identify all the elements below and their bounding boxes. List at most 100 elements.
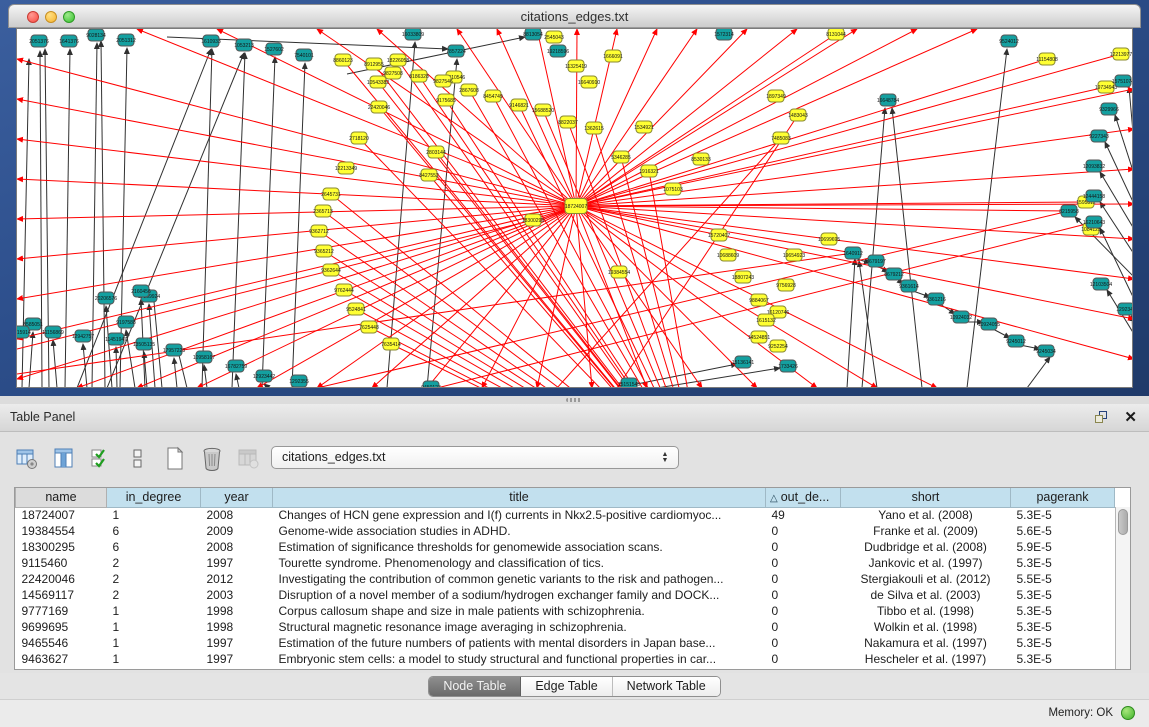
graph-node[interactable]: 2051312 (116, 34, 136, 46)
graph-node[interactable]: 18807243 (732, 271, 754, 283)
graph-node[interactable]: 9197588 (116, 316, 136, 328)
graph-node[interactable]: 1897349 (766, 90, 786, 102)
table-cell[interactable]: 1 (107, 619, 201, 635)
graph-node[interactable]: 15151545 (618, 378, 640, 388)
graph-node[interactable]: 9827546 (433, 75, 453, 87)
column-header-short[interactable]: short (841, 488, 1011, 507)
graph-node[interactable]: 7857224 (446, 45, 466, 57)
graph-node[interactable]: 15751074 (1112, 75, 1133, 87)
table-cell[interactable]: Stergiakouli et al. (2012) (841, 571, 1011, 587)
graph-node[interactable]: 2645731 (321, 188, 341, 200)
graph-node[interactable]: 1362615 (584, 122, 604, 134)
graph-node[interactable]: 9175685 (436, 94, 456, 106)
tab-edge-table[interactable]: Edge Table (521, 677, 612, 696)
graph-node[interactable]: 12093832 (1083, 160, 1105, 172)
graph-node[interactable]: 8912955 (364, 58, 384, 70)
graph-node[interactable]: 8186328 (409, 70, 429, 82)
graph-node[interactable]: 8822037 (558, 116, 578, 128)
graph-node[interactable]: 12103504 (1090, 278, 1112, 290)
graph-node[interactable]: 1666091 (603, 50, 623, 62)
graph-node[interactable]: 20206576 (95, 292, 117, 304)
graph-node[interactable]: 16782759 (225, 360, 247, 372)
graph-node[interactable]: 16648784 (877, 94, 899, 106)
table-cell[interactable]: 5.3E-5 (1011, 619, 1115, 635)
graph-node[interactable]: 1292355 (289, 375, 309, 387)
table-cell[interactable]: Franke et al. (2009) (841, 523, 1011, 539)
graph-node[interactable]: 8427552 (419, 169, 439, 181)
graph-node[interactable]: 16033809 (402, 29, 424, 40)
table-cell[interactable]: 2003 (201, 587, 273, 603)
table-cell[interactable]: 0 (766, 619, 841, 635)
table-cell[interactable]: 5.3E-5 (1011, 651, 1115, 667)
table-cell[interactable]: de Silva et al. (2003) (841, 587, 1011, 603)
panel-splitter[interactable] (0, 396, 1149, 404)
table-mode-icon[interactable] (14, 446, 40, 472)
table-cell[interactable]: 2 (107, 571, 201, 587)
graph-node[interactable]: 2867608 (459, 84, 479, 96)
graph-node[interactable]: 12923442 (253, 370, 275, 382)
table-row[interactable]: 1456911722003Disruption of a novel membe… (16, 587, 1115, 603)
table-row[interactable]: 1872400712008Changes of HCN gene express… (16, 507, 1115, 523)
graph-node[interactable]: 8530133 (691, 153, 711, 165)
table-cell[interactable]: 0 (766, 523, 841, 539)
table-scrollbar[interactable] (1115, 507, 1130, 669)
graph-node[interactable]: 2051376 (29, 35, 49, 47)
table-cell[interactable]: Structural magnetic resonance image aver… (273, 619, 766, 635)
table-cell[interactable]: 49 (766, 507, 841, 523)
table-cell[interactable]: 9463627 (16, 651, 107, 667)
graph-node[interactable]: 9028134 (86, 29, 106, 41)
graph-node[interactable]: 8215958 (1059, 205, 1079, 217)
graph-node[interactable]: 18226058 (387, 54, 409, 66)
column-header-name[interactable]: name (16, 488, 107, 507)
table-cell[interactable]: 5.6E-5 (1011, 523, 1115, 539)
table-cell[interactable]: 14569117 (16, 587, 107, 603)
graph-node[interactable]: 13505135 (133, 338, 155, 350)
graph-node[interactable]: 1483043 (788, 109, 808, 121)
graph-node[interactable]: 2545043 (544, 31, 564, 43)
network-canvas[interactable]: 8860123891295518226058982750881863281821… (16, 28, 1133, 388)
table-row[interactable]: 2242004622012Investigating the contribut… (16, 571, 1115, 587)
table-cell[interactable]: 6 (107, 523, 201, 539)
graph-node[interactable]: 1053213 (234, 39, 254, 51)
table-cell[interactable]: 1997 (201, 635, 273, 651)
graph-node[interactable]: 2803144 (426, 146, 446, 158)
table-cell[interactable]: 0 (766, 651, 841, 667)
table-scrollbar-thumb[interactable] (1118, 509, 1128, 535)
graph-node[interactable]: 1292344 (1116, 303, 1133, 315)
graph-node[interactable]: 8131044 (826, 29, 846, 40)
table-cell[interactable]: Tibbo et al. (1998) (841, 603, 1011, 619)
table-cell[interactable]: 22420046 (16, 571, 107, 587)
table-cell[interactable]: 5.3E-5 (1011, 603, 1115, 619)
graph-node[interactable]: 9362712 (309, 225, 329, 237)
graph-node[interactable]: 9827508 (383, 67, 403, 79)
graph-node[interactable]: 1916321 (639, 165, 659, 177)
graph-node[interactable]: 19384554 (608, 266, 630, 278)
network-table-select[interactable]: citations_edges.txt ▲ ▼ (271, 446, 679, 469)
table-cell[interactable]: 5.3E-5 (1011, 555, 1115, 571)
graph-node[interactable]: 9245034 (1036, 345, 1056, 357)
graph-node[interactable]: 1527602 (264, 43, 284, 55)
column-header-title[interactable]: title (273, 488, 766, 507)
table-cell[interactable]: 6 (107, 539, 201, 555)
graph-node[interactable]: 22420046 (368, 101, 390, 113)
table-cell[interactable]: 5.5E-5 (1011, 571, 1115, 587)
graph-node[interactable]: 9329966 (1099, 103, 1119, 115)
graph-node[interactable]: 14524851 (748, 331, 770, 343)
row-height-icon[interactable] (125, 446, 151, 472)
graph-node[interactable]: 16640910 (578, 76, 600, 88)
table-cell[interactable]: 0 (766, 635, 841, 651)
graph-node[interactable]: 12213349 (335, 162, 357, 174)
table-cell[interactable]: 1997 (201, 555, 273, 571)
show-columns-icon[interactable] (51, 446, 77, 472)
table-cell[interactable]: Tourette syndrome. Phenomenology and cla… (273, 555, 766, 571)
graph-node[interactable]: 18300295 (522, 214, 544, 226)
graph-node[interactable]: 9884067 (749, 294, 769, 306)
table-cell[interactable]: Estimation of significance thresholds fo… (273, 539, 766, 555)
table-cell[interactable]: 18300295 (16, 539, 107, 555)
combo-stepper-icon[interactable]: ▲ ▼ (659, 449, 671, 467)
table-cell[interactable]: Corpus callosum shape and size in male p… (273, 603, 766, 619)
table-cell[interactable]: Genome-wide association studies in ADHD. (273, 523, 766, 539)
graph-node[interactable]: 9524841 (346, 303, 366, 315)
table-cell[interactable]: Yano et al. (2008) (841, 507, 1011, 523)
table-cell[interactable]: 9699695 (16, 619, 107, 635)
